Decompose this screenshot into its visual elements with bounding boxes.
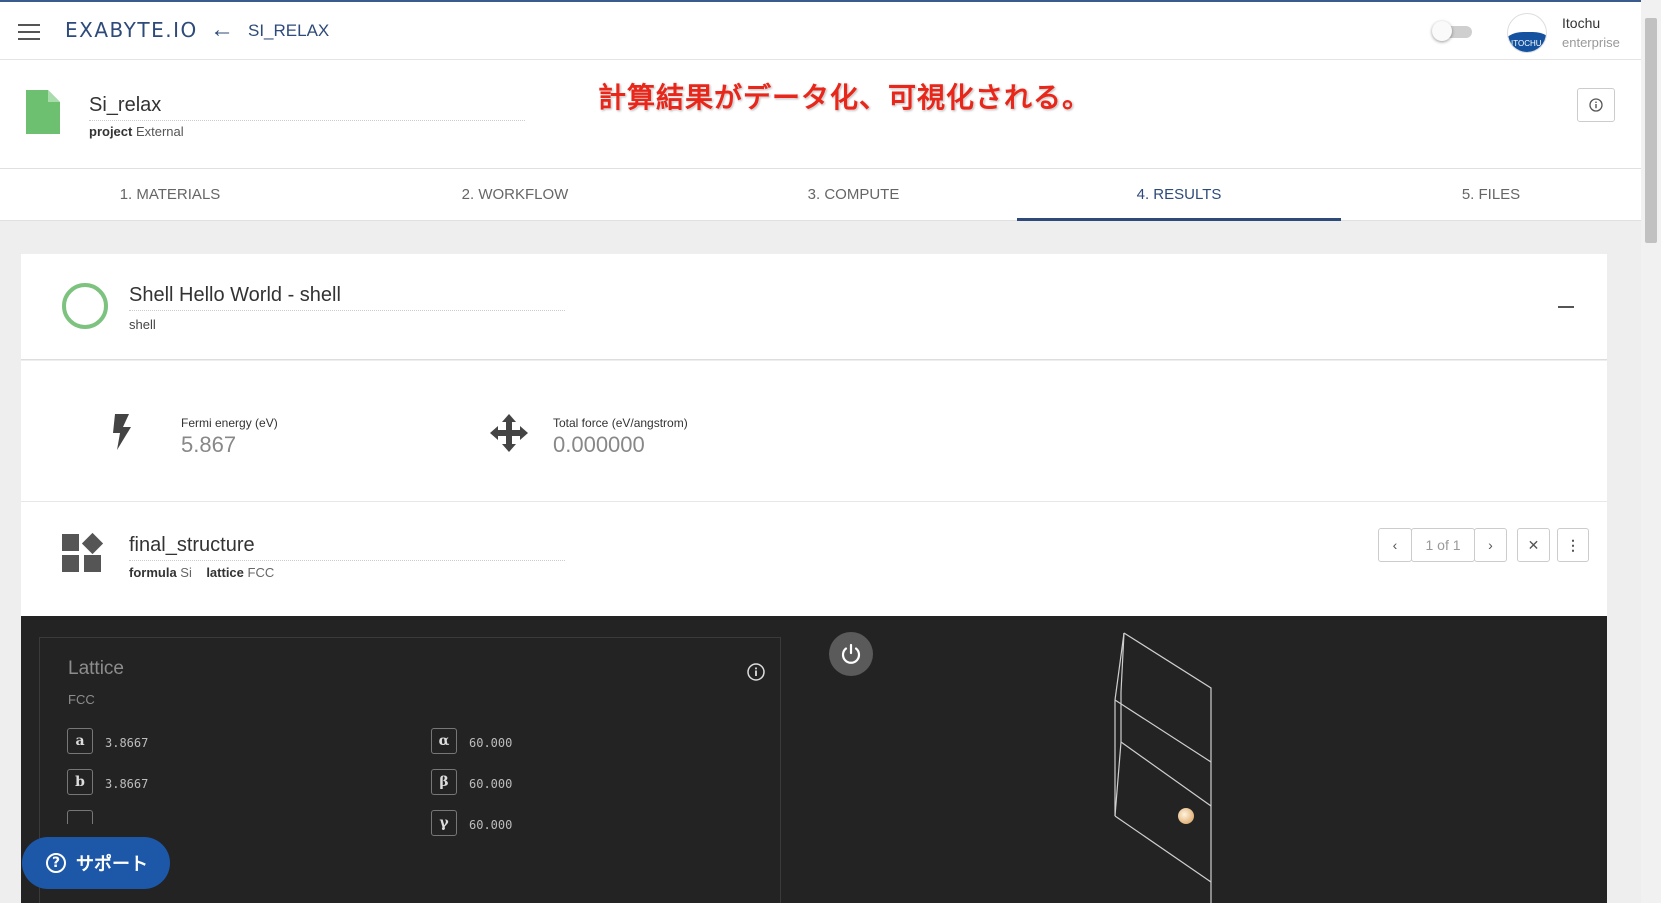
param-c-box — [67, 810, 93, 824]
move-arrows-icon — [490, 414, 528, 452]
param-a-value: 3.8667 — [105, 736, 149, 750]
total-force-value: 0.000000 — [553, 432, 645, 457]
top-bar: EXABYTE.IO ← SI_RELAX ITOCHU Itochu ente… — [0, 0, 1641, 60]
breadcrumb[interactable]: SI_RELAX — [248, 21, 329, 41]
total-force-label: Total force (eV/angstrom) — [553, 416, 688, 430]
close-button[interactable]: ✕ — [1517, 528, 1550, 562]
lattice-type: FCC — [68, 692, 95, 707]
project-value: External — [135, 124, 184, 139]
collapse-icon[interactable] — [1558, 306, 1574, 308]
param-gamma-value: 60.000 — [469, 818, 513, 832]
help-icon: ? — [46, 853, 66, 873]
structure-meta: formula Si lattice FCC — [129, 565, 274, 580]
project-meta: project External — [89, 124, 184, 139]
user-plan: enterprise — [1562, 35, 1620, 50]
param-b-value: 3.8667 — [105, 777, 149, 791]
tab-workflow[interactable]: 2. WORKFLOW — [340, 169, 690, 221]
structure-title: final_structure — [129, 534, 255, 556]
info-button[interactable] — [1577, 88, 1615, 122]
properties-panel: Fermi energy (eV) 5.867 Total force (eV/… — [21, 361, 1607, 502]
lattice-title: Lattice — [68, 658, 124, 679]
unit-title: Shell Hello World - shell — [129, 284, 341, 306]
param-alpha-value: 60.000 — [469, 736, 513, 750]
unit-card-header: Shell Hello World - shell shell — [21, 254, 1607, 360]
structure-viewer: Lattice FCC a 3.8667 b 3.8667 α 60.000 β… — [21, 616, 1607, 903]
param-b-box: b — [67, 769, 93, 795]
info-icon — [1589, 98, 1603, 112]
page-indicator: 1 of 1 — [1411, 528, 1475, 562]
annotation-text: 計算結果がデータ化、可視化される。 — [598, 81, 1092, 114]
lattice-key: lattice — [206, 565, 244, 580]
param-beta-box: β — [431, 769, 457, 795]
structure-header: final_structure formula Si lattice FCC ‹… — [21, 502, 1607, 616]
toggle-knob — [1432, 21, 1452, 41]
scrollbar[interactable] — [1641, 0, 1661, 903]
brand-logo[interactable]: EXABYTE.IO — [65, 18, 198, 42]
prev-page-button[interactable]: ‹ — [1378, 528, 1412, 562]
tab-compute[interactable]: 3. COMPUTE — [690, 169, 1017, 221]
project-key: project — [89, 124, 133, 139]
next-page-button[interactable]: › — [1474, 528, 1507, 562]
atom — [1178, 808, 1194, 824]
avatar-logo-text: ITOCHU — [1511, 39, 1542, 48]
blocks-icon — [62, 532, 104, 572]
lattice-info-icon[interactable] — [747, 663, 765, 681]
theme-toggle[interactable] — [1432, 21, 1476, 41]
param-alpha-box: α — [431, 728, 457, 754]
unit-subtitle: shell — [129, 317, 156, 332]
param-a-box: a — [67, 728, 93, 754]
back-arrow-icon[interactable]: ← — [210, 18, 234, 42]
power-button[interactable] — [829, 632, 873, 676]
support-button[interactable]: ? サポート — [22, 837, 170, 889]
formula-value: Si — [180, 565, 192, 580]
param-gamma-box: γ — [431, 810, 457, 836]
power-icon — [841, 643, 861, 664]
crystal-cell-wireframe — [1114, 632, 1212, 903]
unit-underline — [129, 310, 565, 311]
page-title[interactable]: Si_relax — [89, 94, 161, 117]
file-icon — [26, 90, 60, 134]
tab-files[interactable]: 5. FILES — [1341, 169, 1641, 221]
tab-materials[interactable]: 1. MATERIALS — [0, 169, 340, 221]
formula-key: formula — [129, 565, 177, 580]
title-underline — [89, 120, 525, 121]
tab-bar: 1. MATERIALS 2. WORKFLOW 3. COMPUTE 4. R… — [0, 168, 1641, 221]
lattice-value: FCC — [247, 565, 275, 580]
structure-underline — [129, 560, 565, 561]
scrollbar-thumb[interactable] — [1645, 18, 1657, 243]
menu-icon[interactable] — [18, 24, 40, 45]
more-options-icon[interactable]: ⋮ — [1557, 528, 1589, 562]
status-ring-icon — [62, 283, 108, 329]
avatar[interactable]: ITOCHU — [1507, 13, 1547, 53]
fermi-energy-value: 5.867 — [181, 432, 237, 457]
job-header: Si_relax project External 計算結果がデータ化、可視化さ… — [0, 60, 1641, 168]
user-name[interactable]: Itochu — [1562, 15, 1600, 31]
support-label: サポート — [76, 854, 148, 875]
param-beta-value: 60.000 — [469, 777, 513, 791]
fermi-energy-label: Fermi energy (eV) — [181, 416, 278, 430]
tab-results[interactable]: 4. RESULTS — [1017, 169, 1341, 221]
lightning-icon — [113, 414, 131, 450]
